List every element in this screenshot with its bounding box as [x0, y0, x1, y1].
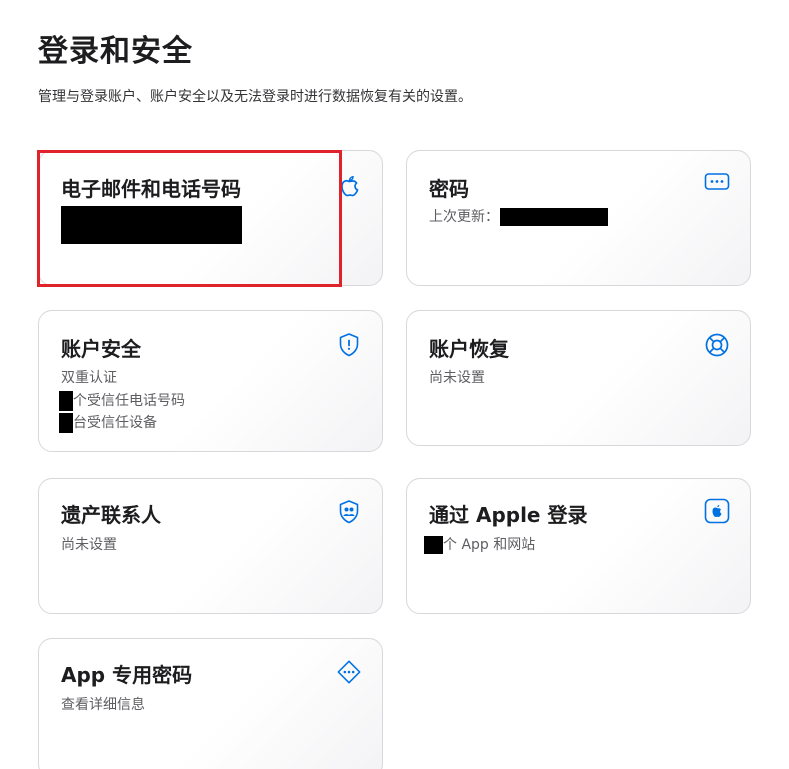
- redacted-count: [59, 391, 73, 411]
- card-title: 电子邮件和电话号码: [61, 177, 241, 201]
- page-title: 登录和安全: [38, 34, 193, 69]
- people-shield-icon: [336, 499, 362, 525]
- card-title: 密码: [429, 177, 469, 201]
- shield-icon: [336, 332, 362, 358]
- page-description: 管理与登录账户、账户安全以及无法登录时进行数据恢复有关的设置。: [38, 89, 472, 105]
- apple-icon: [336, 173, 362, 199]
- trusted-devices-count: 台受信任设备: [59, 412, 157, 433]
- card-password[interactable]: 密码 上次更新：: [406, 150, 751, 286]
- card-title: 遗产联系人: [61, 503, 161, 527]
- card-legacy-contact[interactable]: 遗产联系人 尚未设置: [38, 478, 383, 614]
- password-last-updated: 上次更新：: [429, 206, 608, 226]
- two-factor-label: 双重认证: [61, 370, 117, 386]
- trusted-phones-count: 个受信任电话号码: [59, 390, 185, 411]
- legacy-status: 尚未设置: [61, 537, 117, 553]
- redacted-email: [61, 206, 242, 244]
- redacted-date: [500, 208, 608, 226]
- apple-square-icon: [704, 498, 730, 524]
- card-account-security[interactable]: 账户安全 双重认证 个受信任电话号码 台受信任设备: [38, 310, 383, 452]
- trusted-devices-label: 台受信任设备: [73, 415, 157, 431]
- lifebuoy-icon: [704, 332, 730, 358]
- dots-diamond-icon: [336, 659, 362, 685]
- redacted-count: [59, 413, 73, 433]
- card-title: App 专用密码: [61, 663, 193, 687]
- apps-and-websites-count: 个 App 和网站: [424, 534, 535, 554]
- card-sign-in-with-apple[interactable]: 通过 Apple 登录 个 App 和网站: [406, 478, 751, 614]
- card-title: 账户安全: [61, 337, 141, 361]
- redacted-count: [424, 536, 443, 554]
- trusted-phones-label: 个受信任电话号码: [73, 393, 185, 409]
- apps-websites-label: 个 App 和网站: [443, 537, 536, 553]
- card-app-specific-passwords[interactable]: App 专用密码 查看详细信息: [38, 638, 383, 769]
- recovery-status: 尚未设置: [429, 370, 485, 386]
- more-icon: [704, 169, 730, 195]
- view-details-label: 查看详细信息: [61, 697, 145, 713]
- card-email-phone[interactable]: 电子邮件和电话号码: [38, 150, 383, 286]
- card-title: 通过 Apple 登录: [429, 503, 588, 527]
- card-title: 账户恢复: [429, 337, 509, 361]
- card-account-recovery[interactable]: 账户恢复 尚未设置: [406, 310, 751, 446]
- last-updated-label: 上次更新：: [429, 209, 499, 225]
